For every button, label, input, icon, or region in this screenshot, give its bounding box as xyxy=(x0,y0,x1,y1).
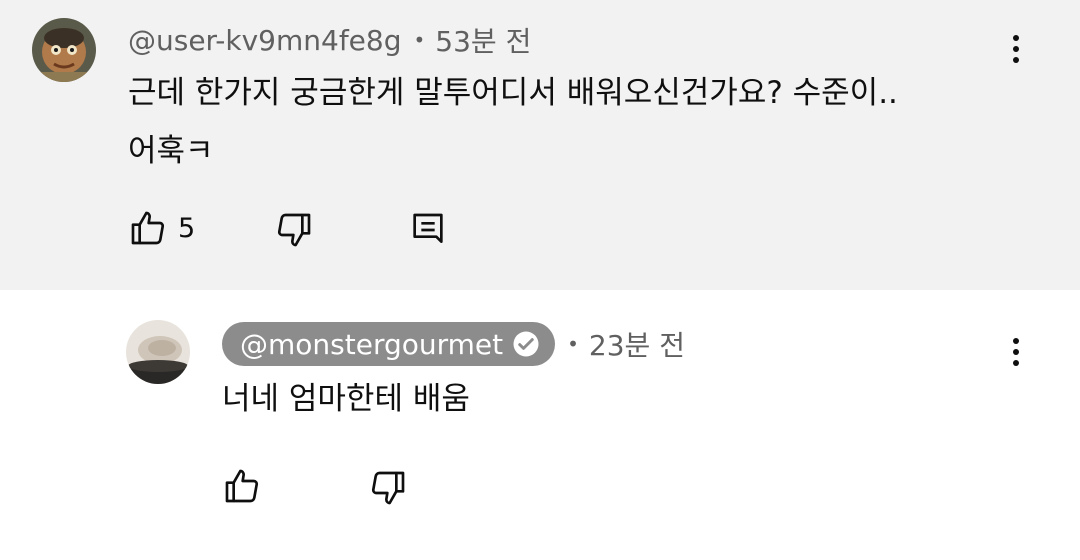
reply-meta: @monstergourmet • 23분 전 xyxy=(222,322,685,366)
more-options-button[interactable] xyxy=(996,330,1036,374)
comment-author[interactable]: @user-kv9mn4fe8g xyxy=(128,24,402,57)
dislike-button[interactable] xyxy=(274,210,314,250)
channel-owner-chip[interactable]: @monstergourmet xyxy=(222,322,556,366)
more-vertical-icon-dot xyxy=(1013,57,1019,63)
more-vertical-icon xyxy=(1013,338,1019,344)
avatar[interactable] xyxy=(126,320,190,384)
reply-comment-icon xyxy=(413,213,443,243)
more-vertical-icon xyxy=(1013,35,1019,41)
thumbs-down-icon xyxy=(277,213,311,247)
comment-body: 근데 한가지 궁금한게 말투어디서 배워오신건가요? 수준이.. 어훅ㅋ xyxy=(128,64,898,180)
like-button[interactable]: 5 xyxy=(128,208,195,248)
comment-text-line: 근데 한가지 궁금한게 말투어디서 배워오신건가요? 수준이.. xyxy=(128,75,898,111)
comment-text-line: 어훅ㅋ xyxy=(128,133,214,169)
comment-thread-item: @user-kv9mn4fe8g • 53분 전 근데 한가지 궁금한게 말투어… xyxy=(0,0,1080,290)
like-count: 5 xyxy=(178,212,196,244)
thumbs-up-icon xyxy=(131,211,165,245)
reply-body: 너네 엄마한테 배움 xyxy=(222,370,470,428)
dislike-button[interactable] xyxy=(368,468,408,508)
thumbs-down-icon xyxy=(371,471,405,505)
meta-separator: • xyxy=(413,28,426,52)
comment-timestamp[interactable]: 53분 전 xyxy=(435,20,531,60)
comment-meta: @user-kv9mn4fe8g • 53분 전 xyxy=(128,20,531,60)
more-vertical-icon-dot xyxy=(1013,360,1019,366)
more-vertical-icon-dot xyxy=(1013,46,1019,52)
more-options-button[interactable] xyxy=(996,27,1036,71)
reply-author: @monstergourmet xyxy=(240,327,504,361)
verified-check-icon xyxy=(513,331,539,357)
meta-separator: • xyxy=(567,332,579,356)
reply-thread-item: @monstergourmet • 23분 전 너네 엄마한테 배움 xyxy=(0,290,1080,560)
reply-button[interactable] xyxy=(408,210,448,250)
reply-timestamp[interactable]: 23분 전 xyxy=(589,324,685,364)
avatar[interactable] xyxy=(32,18,96,82)
like-button[interactable] xyxy=(222,466,262,506)
more-vertical-icon-dot xyxy=(1013,349,1019,355)
thumbs-up-icon xyxy=(225,469,259,503)
reply-text-line: 너네 엄마한테 배움 xyxy=(222,381,470,417)
